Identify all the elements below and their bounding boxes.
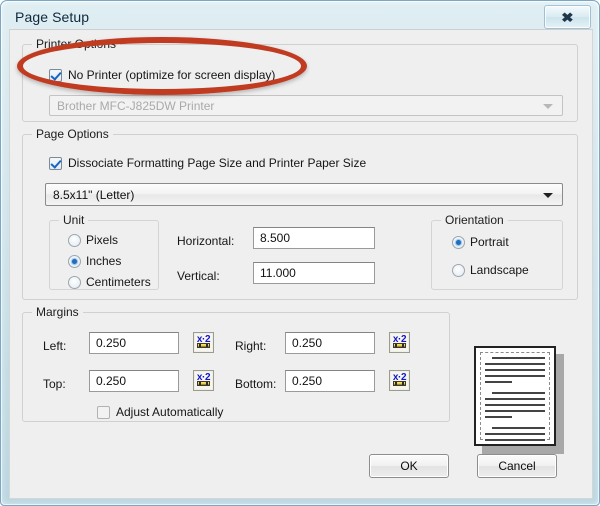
unit-label-inches: Inches (86, 254, 122, 268)
close-button[interactable]: ✖ (544, 5, 591, 29)
adjust-automatically-checkbox[interactable] (97, 406, 110, 419)
orientation-radio-portrait[interactable] (452, 236, 465, 249)
ruler-icon (197, 343, 210, 348)
left-margin-doubler-button[interactable]: x·2 (193, 332, 214, 353)
dissociate-label: Dissociate Formatting Page Size and Prin… (68, 156, 367, 170)
margins-group: Margins Left: 0.250 x·2 Right: 0.250 x·2 (22, 305, 450, 422)
vertical-input[interactable]: 11.000 (253, 262, 375, 284)
window-title: Page Setup (15, 9, 90, 25)
no-printer-checkbox[interactable] (49, 69, 62, 82)
horizontal-label: Horizontal: (177, 234, 235, 248)
right-margin-doubler-button[interactable]: x·2 (389, 332, 410, 353)
chevron-down-icon (543, 103, 553, 109)
ruler-icon (197, 381, 210, 386)
right-margin-label: Right: (235, 339, 267, 353)
page-options-group: Page Options Dissociate Formatting Page … (22, 127, 578, 300)
printer-options-group: Printer Options No Printer (optimize for… (22, 37, 578, 122)
page-options-legend: Page Options (32, 127, 113, 141)
vertical-label: Vertical: (177, 269, 220, 283)
orientation-label-landscape: Landscape (470, 263, 529, 277)
unit-radio-pixels[interactable] (68, 234, 81, 247)
bottom-margin-doubler-button[interactable]: x·2 (389, 370, 410, 391)
top-margin-doubler-button[interactable]: x·2 (193, 370, 214, 391)
dissociate-checkbox[interactable] (49, 157, 62, 170)
ruler-icon (393, 343, 406, 348)
top-margin-input[interactable]: 0.250 (89, 370, 179, 392)
no-printer-label: No Printer (optimize for screen display) (68, 68, 276, 82)
horizontal-input[interactable]: 8.500 (253, 227, 375, 249)
unit-radio-inches[interactable] (68, 255, 81, 268)
ok-button[interactable]: OK (369, 454, 449, 478)
page-size-combo[interactable]: 8.5x11" (Letter) (45, 183, 563, 206)
close-icon: ✖ (561, 9, 574, 25)
orientation-radio-landscape[interactable] (452, 264, 465, 277)
cancel-button[interactable]: Cancel (477, 454, 557, 478)
unit-group: Unit Pixels Inches Centimeters (49, 213, 159, 290)
printer-options-legend: Printer Options (32, 37, 121, 51)
right-margin-input[interactable]: 0.250 (285, 332, 375, 354)
unit-label-pixels: Pixels (86, 233, 119, 247)
unit-label-centimeters: Centimeters (86, 275, 151, 289)
bottom-margin-label: Bottom: (235, 377, 277, 391)
unit-radio-centimeters[interactable] (68, 276, 81, 289)
chevron-down-icon (543, 192, 553, 198)
margins-legend: Margins (32, 305, 83, 319)
bottom-margin-input[interactable]: 0.250 (285, 370, 375, 392)
page-size-value: 8.5x11" (Letter) (53, 187, 135, 202)
dialog-client-area: Printer Options No Printer (optimize for… (9, 29, 593, 499)
ruler-icon (393, 381, 406, 386)
page-setup-dialog: Page Setup ✖ Printer Options No Printer … (0, 0, 600, 506)
printer-select-value: Brother MFC-J825DW Printer (57, 98, 215, 113)
orientation-group: Orientation Portrait Landscape (431, 213, 563, 290)
printer-select-combo[interactable]: Brother MFC-J825DW Printer (49, 95, 563, 116)
preview-text-lines (485, 357, 545, 441)
preview-page (474, 346, 556, 446)
left-margin-input[interactable]: 0.250 (89, 332, 179, 354)
orientation-label-portrait: Portrait (470, 235, 509, 249)
unit-legend: Unit (59, 213, 89, 227)
orientation-legend: Orientation (441, 213, 508, 227)
top-margin-label: Top: (43, 377, 66, 391)
left-margin-label: Left: (43, 339, 67, 353)
page-preview-thumbnail (474, 346, 570, 458)
adjust-automatically-label: Adjust Automatically (116, 405, 224, 419)
